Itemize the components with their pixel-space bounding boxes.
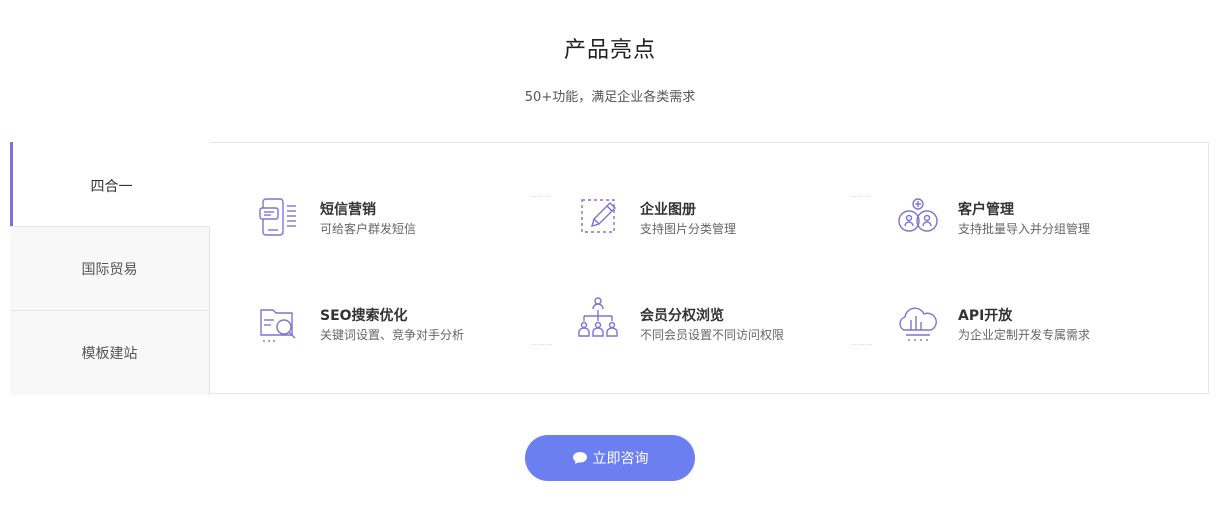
seo-search-icon — [260, 309, 296, 342]
feature-name: 客户管理 — [958, 202, 1014, 218]
feature-seo[interactable]: SEO搜索优化 关键词设置、竞争对手分析 — [258, 302, 558, 362]
tab-four-in-one[interactable]: 四合一 — [10, 142, 210, 226]
consult-now-button[interactable]: 立即咨询 — [525, 435, 695, 481]
feature-sms-marketing[interactable]: 短信营销 可给客户群发短信 — [258, 196, 558, 256]
consult-now-label: 立即咨询 — [592, 451, 649, 467]
feature-member-permissions[interactable]: 会员分权浏览 不同会员设置不同访问权限 — [578, 296, 878, 356]
feature-customer-management[interactable]: 客户管理 支持批量导入并分组管理 — [896, 196, 1196, 256]
customer-group-icon — [898, 198, 938, 232]
feature-company-album[interactable]: 企业图册 支持图片分类管理 — [578, 196, 878, 256]
feature-desc: 可给客户群发短信 — [320, 222, 417, 236]
feature-desc: 支持图片分类管理 — [640, 222, 737, 236]
section-title: 产品亮点 — [563, 38, 656, 63]
feature-desc: 为企业定制开发专属需求 — [958, 328, 1091, 342]
feature-api-open[interactable]: API开放 为企业定制开发专属需求 — [896, 302, 1196, 362]
tab-international-trade[interactable]: 国际贸易 — [10, 226, 210, 310]
edit-pencil-icon — [581, 199, 616, 233]
feature-desc: 关键词设置、竞争对手分析 — [320, 328, 465, 342]
sms-phone-icon — [259, 198, 296, 236]
feature-name: 短信营销 — [320, 202, 376, 218]
tab-template-site[interactable]: 模板建站 — [10, 310, 210, 395]
feature-desc: 不同会员设置不同访问权限 — [640, 328, 785, 342]
member-hierarchy-icon — [578, 297, 618, 337]
feature-name: 企业图册 — [640, 202, 696, 218]
feature-name: 会员分权浏览 — [640, 308, 724, 324]
feature-name: SEO搜索优化 — [320, 308, 408, 324]
cloud-api-icon — [899, 307, 937, 341]
feature-name: API开放 — [958, 308, 1013, 324]
feature-desc: 支持批量导入并分组管理 — [958, 222, 1091, 236]
category-tabs: 四合一 国际贸易 模板建站 — [10, 142, 210, 395]
chat-bubble-icon — [572, 452, 587, 464]
section-subtitle: 50+功能，满足企业各类需求 — [524, 90, 696, 105]
